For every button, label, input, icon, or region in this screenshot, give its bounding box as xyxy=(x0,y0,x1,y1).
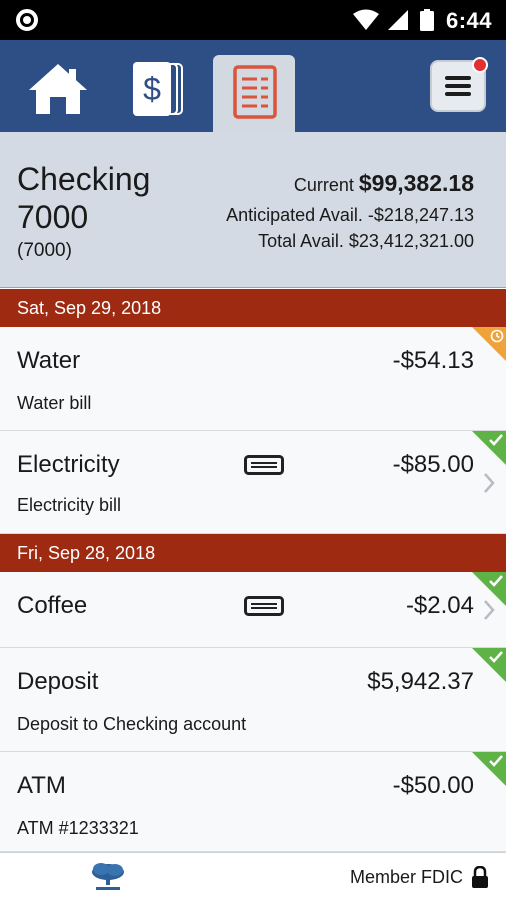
transaction-row-water[interactable]: Water Water bill -$54.13 xyxy=(0,327,506,431)
status-time: 6:44 xyxy=(445,8,492,33)
date-header: Fri, Sep 28, 2018 xyxy=(0,534,506,572)
transaction-title: ATM xyxy=(17,772,66,799)
notification-badge xyxy=(472,57,488,73)
status-bar: 6:44 xyxy=(0,0,506,40)
tab-transfers[interactable]: $ xyxy=(122,55,198,132)
transaction-subtitle: Water bill xyxy=(17,393,92,413)
transaction-row-deposit[interactable]: Deposit Deposit to Checking account $5,9… xyxy=(0,648,506,752)
card-icon xyxy=(244,455,284,475)
check-icon xyxy=(489,434,503,446)
total-label: Total Avail. xyxy=(258,231,344,251)
home-icon xyxy=(29,64,87,114)
dollar-bills-icon: $ xyxy=(133,62,183,116)
register-icon xyxy=(233,65,277,119)
transaction-amount: -$50.00 xyxy=(392,772,474,799)
transaction-row-electricity[interactable]: Electricity Electricity bill -$85.00 xyxy=(0,431,506,534)
transaction-subtitle: Electricity bill xyxy=(17,495,122,515)
member-fdic-label: Member FDIC xyxy=(349,867,463,887)
record-indicator-icon xyxy=(16,9,38,31)
clock-icon xyxy=(490,329,504,343)
footer: Member FDIC xyxy=(0,852,506,900)
account-summary: Checking 7000 (7000) Current $99,382.18 … xyxy=(0,132,506,288)
transaction-subtitle: Deposit to Checking account xyxy=(17,714,247,734)
signal-icon xyxy=(388,10,408,30)
hamburger-bar xyxy=(445,92,471,96)
transaction-row-coffee[interactable]: Coffee -$2.04 xyxy=(0,572,506,648)
current-label: Current xyxy=(293,175,354,195)
transaction-amount: -$54.13 xyxy=(392,347,474,374)
anticipated-label: Anticipated Avail. xyxy=(226,205,363,225)
svg-text:$: $ xyxy=(143,71,161,107)
transaction-title: Electricity xyxy=(17,451,120,478)
bank-tree-logo xyxy=(92,863,124,890)
transaction-amount: -$85.00 xyxy=(392,451,474,478)
transaction-amount: $5,942.37 xyxy=(367,668,474,695)
chevron-right-icon xyxy=(484,600,495,620)
card-icon xyxy=(244,596,284,616)
tab-home[interactable] xyxy=(18,55,98,132)
transaction-title: Water xyxy=(17,347,81,374)
battery-icon xyxy=(420,9,434,31)
date-header: Sat, Sep 29, 2018 xyxy=(0,289,506,327)
transaction-title: Coffee xyxy=(17,592,88,619)
check-icon xyxy=(489,755,503,767)
transaction-amount: -$2.04 xyxy=(405,592,474,619)
menu-button[interactable] xyxy=(430,57,488,112)
current-balance-row: Current $99,382.18 xyxy=(294,170,474,197)
account-number: (7000) xyxy=(17,240,72,261)
current-value: $99,382.18 xyxy=(358,170,474,196)
total-row: Total Avail. $23,412,321.00 xyxy=(258,231,474,252)
chevron-right-icon xyxy=(484,473,495,493)
transaction-subtitle: ATM #1233321 xyxy=(17,818,139,838)
tab-transactions[interactable] xyxy=(213,55,295,132)
total-value: $23,412,321.00 xyxy=(348,231,474,251)
account-name: Checking 7000 xyxy=(17,161,151,235)
anticipated-row: Anticipated Avail. -$218,247.13 xyxy=(226,205,474,226)
transaction-row-atm[interactable]: ATM ATM #1233321 -$50.00 xyxy=(0,752,506,852)
check-icon xyxy=(489,575,503,587)
hamburger-menu-icon xyxy=(445,76,471,80)
wifi-icon xyxy=(353,9,379,30)
hamburger-bar xyxy=(445,84,471,88)
anticipated-value: -$218,247.13 xyxy=(367,205,474,225)
top-navigation: $ xyxy=(0,40,506,132)
lock-icon xyxy=(472,866,488,888)
check-icon xyxy=(489,651,503,663)
transaction-title: Deposit xyxy=(17,668,99,695)
